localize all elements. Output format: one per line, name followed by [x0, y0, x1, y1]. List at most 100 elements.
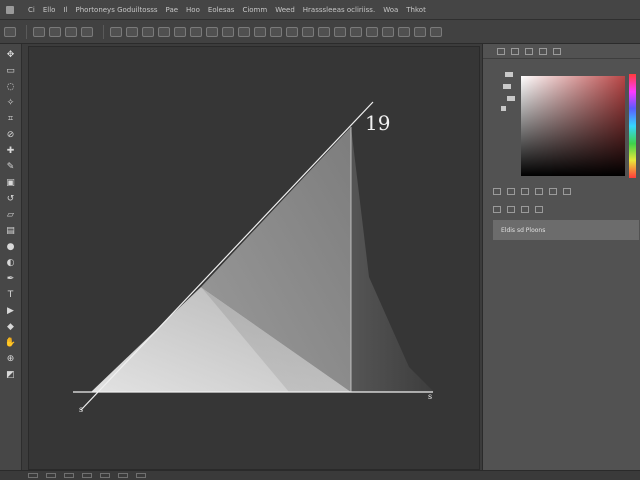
- lasso-tool-icon[interactable]: ◌: [5, 82, 17, 92]
- clone-stamp-tool-icon[interactable]: ▣: [5, 178, 17, 188]
- layers-tab-1[interactable]: [493, 205, 501, 213]
- move-tool-icon[interactable]: ✥: [5, 50, 17, 60]
- status-item-5: [100, 473, 110, 478]
- canvas-label-top: 19: [365, 111, 390, 135]
- hue-slider[interactable]: [629, 74, 636, 178]
- panel-tab-4[interactable]: [539, 47, 547, 55]
- panel-control-6[interactable]: [563, 187, 571, 195]
- panel-control-4[interactable]: [535, 187, 543, 195]
- option-button-11[interactable]: [206, 26, 218, 37]
- status-item-2: [46, 473, 56, 478]
- option-button-9[interactable]: [174, 26, 186, 37]
- option-button-1[interactable]: [33, 26, 45, 37]
- crop-tool-icon[interactable]: ⌗: [5, 114, 17, 124]
- dodge-tool-icon[interactable]: ◐: [5, 258, 17, 268]
- panel-tab-2[interactable]: [511, 47, 519, 55]
- menu-item-2[interactable]: Ello: [43, 6, 56, 14]
- eyedropper-tool-icon[interactable]: ⊘: [5, 130, 17, 140]
- menu-item-8[interactable]: Ciomm: [242, 6, 267, 14]
- menu-item-11[interactable]: Woa: [383, 6, 398, 14]
- option-button-24[interactable]: [414, 26, 426, 37]
- menu-item-3[interactable]: Il: [63, 6, 67, 14]
- panel-tab-3[interactable]: [525, 47, 533, 55]
- option-button-22[interactable]: [382, 26, 394, 37]
- canvas-label-right: s: [428, 392, 432, 401]
- history-brush-tool-icon[interactable]: ↺: [5, 194, 17, 204]
- brush-tool-icon[interactable]: ✎: [5, 162, 17, 172]
- type-tool-icon[interactable]: T: [5, 290, 17, 300]
- option-button-21[interactable]: [366, 26, 378, 37]
- option-button-18[interactable]: [318, 26, 330, 37]
- option-button-20[interactable]: [350, 26, 362, 37]
- blur-tool-icon[interactable]: ●: [5, 242, 17, 252]
- marquee-tool-icon[interactable]: ▭: [5, 66, 17, 76]
- background-swatch[interactable]: [503, 84, 511, 89]
- options-bar: [0, 20, 640, 44]
- option-button-2[interactable]: [49, 26, 61, 37]
- app-logo-icon[interactable]: [6, 5, 14, 14]
- document-canvas[interactable]: 19 s s: [28, 46, 480, 470]
- panel-tab-1[interactable]: [497, 47, 505, 55]
- foreground-background-colors-icon[interactable]: ◩: [5, 370, 17, 380]
- magic-wand-tool-icon[interactable]: ✧: [5, 98, 17, 108]
- panel-control-1[interactable]: [493, 187, 501, 195]
- default-colors-icon[interactable]: [501, 106, 506, 111]
- saturation-value-square[interactable]: [521, 76, 625, 176]
- menu-item-5[interactable]: Pae: [166, 6, 179, 14]
- menu-item-6[interactable]: Hoo: [186, 6, 200, 14]
- zoom-tool-icon[interactable]: ⊕: [5, 354, 17, 364]
- color-picker[interactable]: [521, 76, 625, 176]
- menu-item-1[interactable]: Ci: [28, 6, 35, 14]
- panel-control-5[interactable]: [549, 187, 557, 195]
- panel-control-3[interactable]: [521, 187, 529, 195]
- foreground-swatch[interactable]: [505, 72, 513, 77]
- menu-item-10[interactable]: Hrasssleeas ocliriiss.: [303, 6, 375, 14]
- option-button-4[interactable]: [81, 26, 93, 37]
- option-button-3[interactable]: [65, 26, 77, 37]
- tools-panel: ✥ ▭ ◌ ✧ ⌗ ⊘ ✚ ✎ ▣ ↺ ▱ ▤ ● ◐ ✒ T ▶ ◆ ✋ ⊕ …: [0, 44, 22, 470]
- layer-name: Eldis sd Ploons: [501, 226, 546, 234]
- menu-item-7[interactable]: Eolesas: [208, 6, 235, 14]
- canvas-label-left: s: [79, 405, 83, 414]
- option-button-16[interactable]: [286, 26, 298, 37]
- gradient-tool-icon[interactable]: ▤: [5, 226, 17, 236]
- status-item-4: [82, 473, 92, 478]
- layers-tab-2[interactable]: [507, 205, 515, 213]
- tool-preset-button[interactable]: [4, 26, 16, 37]
- option-button-12[interactable]: [222, 26, 234, 37]
- status-item-7: [136, 473, 146, 478]
- status-bar: [0, 470, 640, 480]
- menu-item-4[interactable]: Phortoneys Goduiltosss: [75, 6, 157, 14]
- swap-colors-icon[interactable]: [507, 96, 515, 101]
- option-button-5[interactable]: [110, 26, 122, 37]
- layers-tab-3[interactable]: [521, 205, 529, 213]
- panel-toolbar-1: [493, 186, 577, 196]
- options-separator: [103, 24, 104, 39]
- status-item-1: [28, 473, 38, 478]
- color-panel-tabs: [483, 44, 640, 59]
- option-button-7[interactable]: [142, 26, 154, 37]
- eraser-tool-icon[interactable]: ▱: [5, 210, 17, 220]
- shape-tool-icon[interactable]: ◆: [5, 322, 17, 332]
- option-button-19[interactable]: [334, 26, 346, 37]
- hand-tool-icon[interactable]: ✋: [5, 338, 17, 348]
- option-button-25[interactable]: [430, 26, 442, 37]
- option-button-8[interactable]: [158, 26, 170, 37]
- menu-item-12[interactable]: Thkot: [406, 6, 426, 14]
- layers-panel-tabs: [493, 204, 549, 214]
- option-button-23[interactable]: [398, 26, 410, 37]
- path-selection-tool-icon[interactable]: ▶: [5, 306, 17, 316]
- healing-brush-tool-icon[interactable]: ✚: [5, 146, 17, 156]
- layers-tab-4[interactable]: [535, 205, 543, 213]
- layer-row[interactable]: Eldis sd Ploons: [493, 220, 639, 240]
- pen-tool-icon[interactable]: ✒: [5, 274, 17, 284]
- option-button-6[interactable]: [126, 26, 138, 37]
- panel-control-2[interactable]: [507, 187, 515, 195]
- option-button-15[interactable]: [270, 26, 282, 37]
- panel-tab-5[interactable]: [553, 47, 561, 55]
- menu-item-9[interactable]: Weed: [275, 6, 295, 14]
- option-button-13[interactable]: [238, 26, 250, 37]
- option-button-14[interactable]: [254, 26, 266, 37]
- option-button-17[interactable]: [302, 26, 314, 37]
- option-button-10[interactable]: [190, 26, 202, 37]
